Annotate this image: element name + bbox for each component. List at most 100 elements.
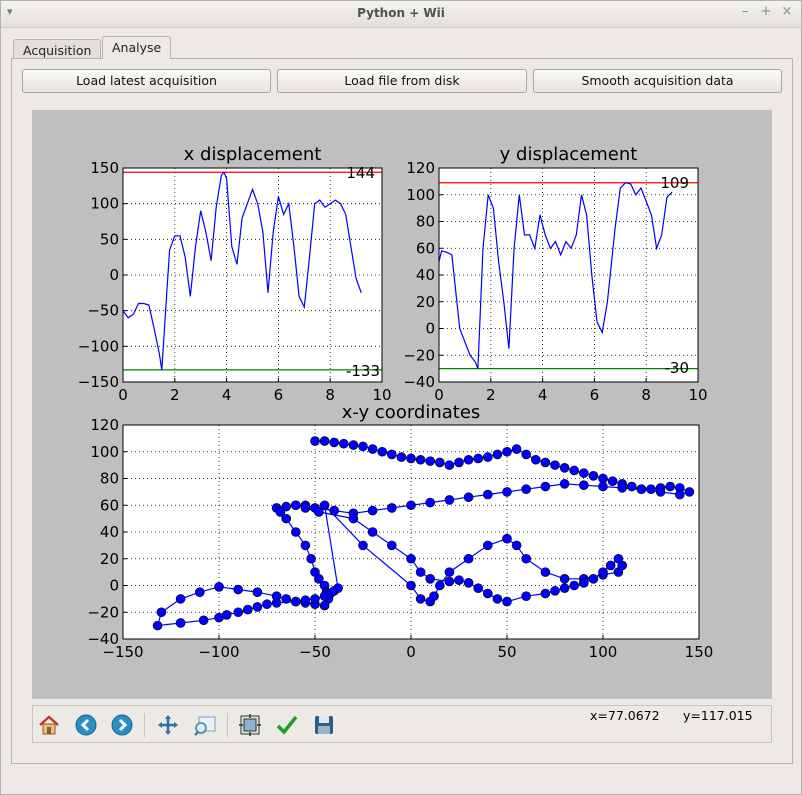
data-point <box>243 604 253 615</box>
data-point <box>214 582 224 592</box>
y-displacement-axes: 0 2 4 6 8 10−40−20020406080100120y displaceme… <box>403 144 707 404</box>
y-tick-label: 60 <box>416 239 435 257</box>
x-tick-label: 4 <box>222 386 232 404</box>
data-point <box>492 449 503 460</box>
data-point <box>473 453 484 464</box>
x-tick-label: 6 <box>590 386 600 404</box>
data-point <box>550 460 560 470</box>
load-latest-acquisition-button[interactable]: Load latest acquisition <box>22 69 271 93</box>
data-point <box>434 457 445 468</box>
data-point <box>415 567 426 577</box>
data-point <box>386 503 397 513</box>
y-tick-label: 120 <box>90 416 119 434</box>
y-tick-label: 40 <box>416 266 435 284</box>
y-tick-label: 100 <box>406 186 435 204</box>
x-displacement-title: x displacement <box>184 144 322 165</box>
x-y-coordinates-title: x-y coordinates <box>342 402 481 423</box>
y-tick-label: 50 <box>100 230 119 248</box>
data-point <box>377 446 388 457</box>
smooth-acquisition-data-button[interactable]: Smooth acquisition data <box>533 69 782 93</box>
data-point <box>386 449 397 460</box>
y-displacement-max-label: 109 <box>660 174 689 192</box>
data-point <box>598 567 608 577</box>
data-point <box>348 440 359 450</box>
tab-analyse[interactable]: Analyse <box>102 36 172 59</box>
data-point <box>521 591 532 602</box>
data-point <box>540 481 551 492</box>
data-point <box>578 480 589 490</box>
data-point <box>281 513 291 524</box>
y-tick-label: 0 <box>109 577 119 595</box>
data-point <box>665 481 676 492</box>
x-tick-label: 10 <box>688 386 707 404</box>
minimize-icon[interactable]: – <box>738 4 752 19</box>
data-point <box>511 540 522 551</box>
data-point <box>233 607 243 618</box>
data-point <box>198 615 209 626</box>
y-tick-label: −50 <box>87 302 119 320</box>
data-point <box>502 533 512 544</box>
y-tick-label: 100 <box>90 443 119 461</box>
data-point <box>454 457 464 468</box>
data-point <box>444 567 455 577</box>
data-point <box>617 483 628 493</box>
toolbar-separator <box>144 713 145 737</box>
data-point <box>540 567 551 577</box>
data-point <box>463 492 474 503</box>
data-point <box>290 500 301 511</box>
data-point <box>463 578 474 588</box>
edit-curves-icon[interactable] <box>275 713 299 737</box>
y-tick-label: 80 <box>100 470 119 488</box>
pan-icon[interactable] <box>156 713 180 737</box>
y-displacement-title: y displacement <box>500 144 638 165</box>
y-tick-label: 80 <box>416 213 435 231</box>
y-displacement-min-label: -30 <box>665 359 690 377</box>
data-point <box>329 437 340 448</box>
data-point <box>233 584 243 595</box>
close-icon[interactable]: × <box>780 4 794 19</box>
data-point <box>511 444 522 454</box>
y-tick-label: 120 <box>406 159 435 177</box>
home-icon[interactable] <box>37 713 61 737</box>
load-file-from-disk-button[interactable]: Load file from disk <box>277 69 527 93</box>
subplots-icon[interactable] <box>238 713 262 737</box>
data-point <box>175 618 186 628</box>
x-displacement-min-label: -133 <box>346 362 380 380</box>
data-point <box>626 481 637 492</box>
data-point <box>310 436 320 446</box>
data-point <box>598 473 608 484</box>
save-icon[interactable] <box>312 713 336 737</box>
back-icon[interactable] <box>74 713 98 737</box>
data-point <box>559 462 570 473</box>
y-tick-label: 150 <box>90 159 119 177</box>
data-point <box>569 465 580 476</box>
data-point <box>559 479 570 489</box>
x-tick-label: 2 <box>486 386 496 404</box>
data-point <box>492 594 503 604</box>
data-point <box>252 602 263 612</box>
data-point <box>195 587 205 597</box>
forward-icon[interactable] <box>110 713 134 737</box>
y-tick-label: 60 <box>100 496 119 514</box>
data-point <box>406 453 416 464</box>
data-point <box>674 489 685 500</box>
data-point <box>156 607 167 618</box>
data-point <box>463 553 474 564</box>
tab-acquisition[interactable]: Acquisition <box>13 39 102 59</box>
y-tick-label: 20 <box>416 293 435 311</box>
plot-canvas[interactable]: 0 2 4 6 8 10 −150 −100 −50 0 50 100 150 x displacemen… <box>32 110 772 699</box>
x-displacement-max-label: 144 <box>346 164 375 182</box>
cursor-x-readout: x=77.0672 <box>590 708 660 723</box>
data-point <box>281 594 291 604</box>
data-point <box>521 553 532 564</box>
data-point <box>386 540 397 551</box>
navigation-toolbar <box>32 705 772 743</box>
data-point <box>521 484 532 495</box>
data-point <box>338 438 349 449</box>
x-tick-label: 8 <box>641 386 651 404</box>
data-point <box>655 487 666 497</box>
cursor-y-readout: y=117.015 <box>683 708 753 723</box>
zoom-icon[interactable] <box>193 713 217 737</box>
maximize-icon[interactable]: + <box>759 4 773 19</box>
data-point <box>444 495 455 505</box>
